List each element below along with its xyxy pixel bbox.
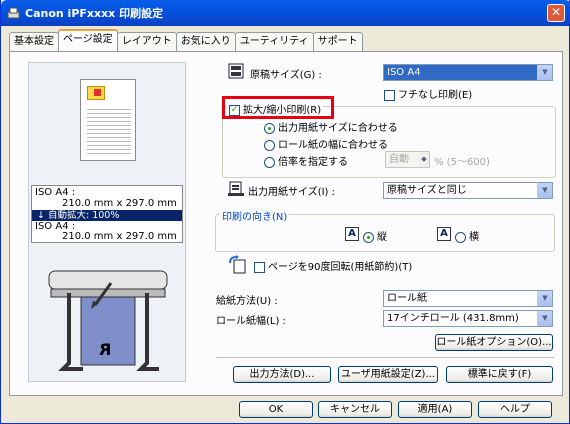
checkbox-icon (384, 89, 395, 101)
fit-roll-radio[interactable]: ロール紙の幅に合わせる (264, 136, 388, 151)
borderless-checkbox[interactable]: フチなし印刷(E) (384, 86, 472, 101)
chevron-down-icon: ▼ (537, 183, 552, 198)
fit-output-radio[interactable]: 出力用紙サイズに合わせる (264, 119, 398, 134)
tab-utility[interactable]: ユーティリティ (234, 32, 314, 51)
output-size-value: 原稿サイズと同じ (387, 185, 467, 196)
chevron-down-icon: ▼ (537, 311, 552, 326)
tab-bar: 基本設定 ページ設定 レイアウト お気に入り ユーティリティ サポート (9, 29, 363, 51)
fit-roll-label: ロール紙の幅に合わせる (278, 140, 388, 151)
landscape-icon: A (437, 227, 451, 241)
roll-width-label: ロール紙幅(L) : (216, 316, 286, 327)
portrait-icon: A (345, 227, 359, 241)
help-button[interactable]: ヘルプ (478, 401, 552, 418)
chevron-down-icon: ▼ (537, 291, 552, 306)
tab-page-setup[interactable]: ページ設定 (58, 29, 118, 51)
output-method-button[interactable]: 出力方法(D)... (233, 366, 331, 383)
landscape-label: 横 (469, 232, 479, 243)
landscape-radio[interactable]: 横 (455, 228, 479, 243)
page-size-label: 原稿サイズ(G) : (250, 70, 322, 81)
tab-favorites[interactable]: お気に入り (175, 32, 236, 51)
roll-width-select[interactable]: 17インチロール (431.8mm) ▼ (383, 310, 553, 327)
restore-defaults-button[interactable]: 標準に戻す(F) (446, 366, 553, 383)
ratio-value: 自動 (389, 154, 409, 165)
output-size-label: 出力用紙サイズ(I) : (248, 187, 335, 198)
ratio-label: 倍率を指定する (278, 157, 348, 168)
highlight-box (222, 96, 334, 119)
roll-width-value: 17インチロール (431.8mm) (387, 313, 519, 324)
tab-support[interactable]: サポート (312, 32, 363, 51)
page-setup-panel: ISO A4 : 210.0 mm x 297.0 mm ↓ 自動拡大: 100… (9, 51, 563, 396)
paper-orientation-letter: R (99, 340, 112, 359)
image-dot (94, 89, 101, 96)
borderless-label: フチなし印刷(E) (398, 90, 473, 101)
radio-icon (264, 139, 275, 151)
apply-button[interactable]: 適用(A) (398, 401, 472, 418)
ratio-range: % (5〜600) (434, 157, 490, 168)
output-size-value: 210.0 mm x 297.0 mm (62, 231, 177, 242)
preview-area: ISO A4 : 210.0 mm x 297.0 mm ↓ 自動拡大: 100… (28, 62, 186, 382)
cancel-button[interactable]: キャンセル (318, 401, 392, 418)
divider (216, 357, 554, 358)
portrait-label: 縦 (377, 232, 387, 243)
page-size-select[interactable]: ISO A4 ▼ (383, 64, 553, 81)
rotate-page-icon (228, 255, 248, 278)
checkbox-icon (254, 261, 265, 273)
page-size-value: ISO A4 (387, 67, 421, 78)
paper-source-label: 給紙方法(U) : (216, 296, 278, 307)
chevron-down-icon: ▼ (537, 65, 552, 80)
ok-button[interactable]: OK (239, 401, 313, 418)
rotate-checkbox[interactable]: ページを90度回転(用紙節約)(T) (254, 258, 412, 273)
printer-icon (7, 7, 20, 20)
paper-source-select[interactable]: ロール紙 ▼ (383, 290, 553, 307)
output-size-select[interactable]: 原稿サイズと同じ ▼ (383, 182, 553, 199)
rotate-label: ページを90度回転(用紙節約)(T) (268, 262, 413, 273)
size-info-box: ISO A4 : 210.0 mm x 297.0 mm ↓ 自動拡大: 100… (31, 185, 183, 243)
paper-source-value: ロール紙 (387, 293, 427, 304)
printer-illustration (48, 270, 168, 371)
ratio-spinner[interactable]: 自動 ◆ (385, 151, 430, 168)
radio-icon (264, 156, 275, 168)
radio-icon (455, 231, 466, 243)
title-bar: Canon iPFxxxx 印刷設定 ✕ (1, 0, 570, 26)
original-size-label: ISO A4 : (35, 187, 76, 198)
portrait-radio[interactable]: 縦 (363, 228, 387, 243)
custom-paper-button[interactable]: ユーザ用紙設定(Z)... (338, 366, 438, 383)
orientation-group-label: 印刷の向き(N) (220, 208, 290, 223)
output-size-icon (228, 181, 244, 200)
window-title: Canon iPFxxxx 印刷設定 (25, 7, 164, 20)
radio-icon (363, 231, 374, 243)
radio-icon (264, 122, 275, 134)
page-preview (80, 79, 136, 161)
tab-layout[interactable]: レイアウト (116, 32, 177, 51)
close-button[interactable]: ✕ (547, 4, 565, 22)
original-size-value: 210.0 mm x 297.0 mm (62, 198, 177, 209)
print-settings-window: Canon iPFxxxx 印刷設定 ✕ 基本設定 ページ設定 レイアウト お気… (0, 0, 570, 424)
ratio-radio[interactable]: 倍率を指定する (264, 153, 348, 168)
page-size-icon (228, 63, 244, 82)
tab-basic[interactable]: 基本設定 (9, 32, 59, 51)
fit-output-label: 出力用紙サイズに合わせる (278, 123, 398, 134)
roll-options-button[interactable]: ロール紙オプション(O)... (435, 334, 553, 351)
spinner-icon: ◆ (419, 152, 429, 167)
scale-bar: ↓ 自動拡大: 100% (32, 210, 182, 221)
page-text-lines (87, 106, 131, 156)
